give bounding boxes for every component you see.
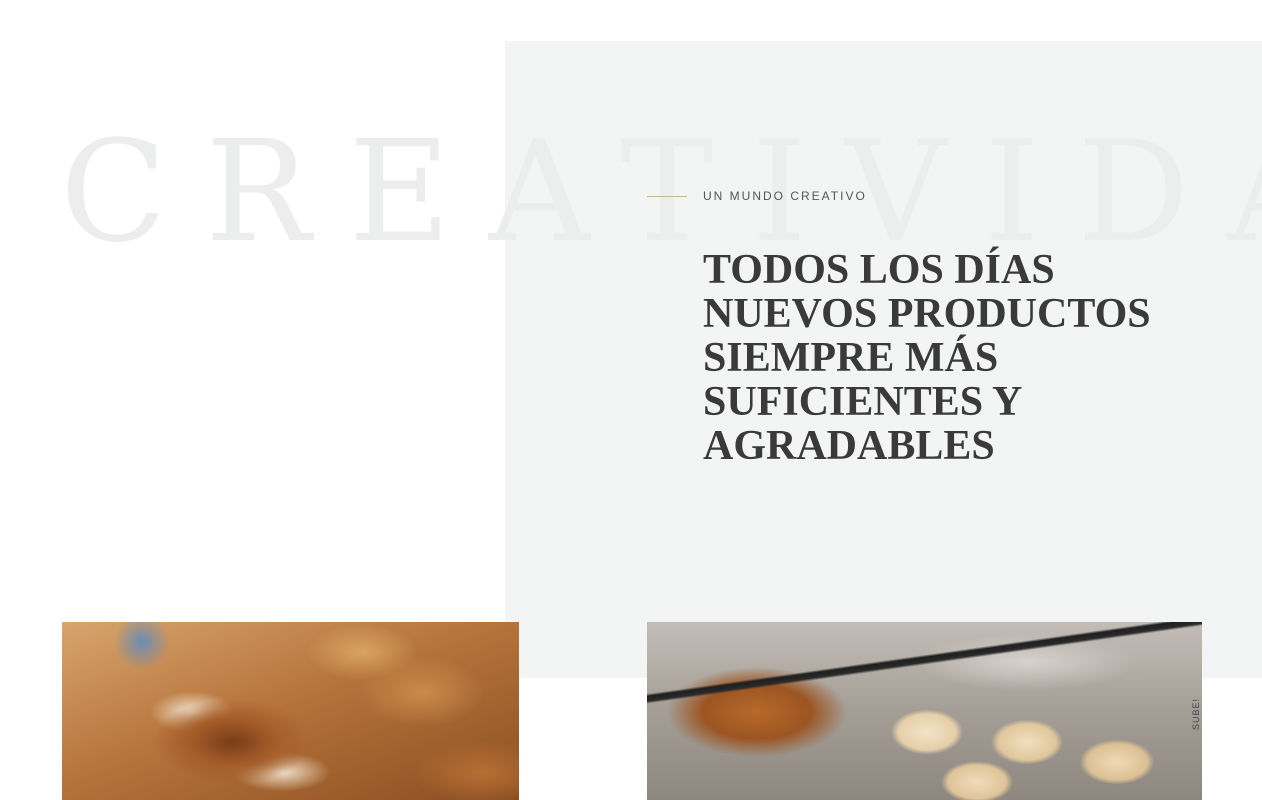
scroll-to-top-link[interactable]: SUBE! xyxy=(1191,696,1205,730)
page: CREATIVIDAD UN MUNDO CREATIVO TODOS LOS … xyxy=(0,0,1262,800)
scroll-to-top-label: SUBE! xyxy=(1191,697,1201,730)
headline-line: AGRADABLES xyxy=(703,423,995,469)
pastry-photo-croissants xyxy=(62,622,519,800)
eyebrow-label: UN MUNDO CREATIVO xyxy=(703,189,867,203)
eyebrow: UN MUNDO CREATIVO xyxy=(647,189,867,203)
headline-line: SUFICIENTES Y xyxy=(703,379,1023,425)
headline-line: SIEMPRE MÁS xyxy=(703,335,999,381)
headline-line: TODOS LOS DÍAS xyxy=(703,247,1055,293)
headline-line: NUEVOS PRODUCTOS xyxy=(703,291,1151,337)
intro-headline: TODOS LOS DÍAS NUEVOS PRODUCTOS SIEMPRE … xyxy=(703,248,1223,468)
pastry-photo-display-case xyxy=(647,622,1202,800)
eyebrow-divider-line xyxy=(647,195,687,197)
